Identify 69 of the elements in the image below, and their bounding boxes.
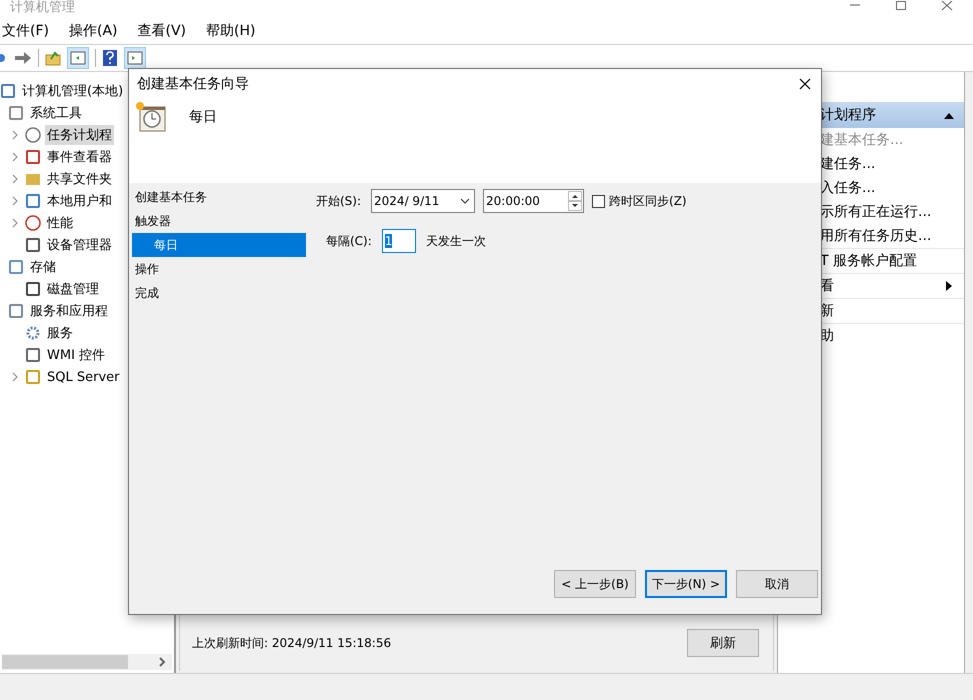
tree-node-icon bbox=[25, 369, 41, 385]
calendar-clock-icon bbox=[135, 101, 167, 133]
wizard-step: 完成 bbox=[129, 281, 306, 305]
wizard-button[interactable]: < 上一步(B) bbox=[554, 570, 636, 598]
menu-item[interactable]: 文件(F) bbox=[0, 22, 51, 40]
tree-item[interactable]: 服务和应用程 bbox=[28, 301, 110, 321]
clock-icon bbox=[25, 127, 41, 143]
tree-node-icon bbox=[25, 237, 41, 253]
submenu-arrow-icon bbox=[946, 281, 952, 291]
step-heading: 每日 bbox=[189, 108, 217, 126]
window-title: 计算机管理 bbox=[9, 0, 75, 15]
wizard-button[interactable]: 下一步(N) > bbox=[645, 570, 727, 598]
tree-item[interactable]: 服务 bbox=[45, 323, 75, 343]
folder-up-icon[interactable] bbox=[45, 50, 61, 66]
menu-item[interactable]: 操作(A) bbox=[66, 22, 120, 40]
collapse-icon[interactable] bbox=[944, 112, 954, 118]
tree-node-icon bbox=[25, 215, 41, 231]
scroll-right-icon[interactable] bbox=[158, 657, 166, 667]
tree-item[interactable]: 性能 bbox=[45, 213, 75, 233]
time-field[interactable]: 20:00:00 bbox=[483, 189, 584, 213]
tree-node-icon bbox=[8, 303, 24, 319]
maximize-icon[interactable] bbox=[895, 1, 907, 11]
tree-node-icon bbox=[8, 259, 24, 275]
spinner-icon[interactable] bbox=[568, 191, 582, 211]
tree-node-icon bbox=[25, 193, 41, 209]
interval-field[interactable]: 1 bbox=[382, 229, 416, 253]
tree-node-icon bbox=[25, 149, 41, 165]
forward-icon[interactable] bbox=[14, 51, 32, 65]
tree-node-icon bbox=[25, 281, 41, 297]
dialog-title: 创建基本任务向导 bbox=[137, 75, 249, 93]
checkbox[interactable] bbox=[592, 194, 606, 208]
tree-item[interactable]: 事件查看器 bbox=[45, 147, 114, 167]
tree-item[interactable]: 磁盘管理 bbox=[45, 279, 101, 299]
wizard-step: 触发器 bbox=[129, 209, 306, 233]
menu-item[interactable]: 查看(V) bbox=[136, 22, 188, 40]
refresh-button[interactable]: 刷新 bbox=[687, 629, 759, 657]
tree-item[interactable]: 计算机管理(本地) bbox=[20, 81, 126, 101]
folder-icon bbox=[25, 171, 41, 187]
tree-item[interactable]: 存储 bbox=[28, 257, 58, 277]
scrollbar[interactable] bbox=[2, 654, 172, 670]
panel-icon[interactable] bbox=[124, 47, 146, 69]
tree-item[interactable]: SQL Server bbox=[45, 368, 122, 386]
gear-icon bbox=[25, 325, 41, 341]
tree-item[interactable]: 系统工具 bbox=[28, 103, 84, 123]
close-icon[interactable] bbox=[799, 78, 811, 90]
checkbox-label[interactable]: 跨时区同步(Z) bbox=[609, 192, 687, 210]
action-item[interactable]: 用所有任务历史... bbox=[820, 227, 932, 245]
tree-node-icon bbox=[8, 105, 24, 121]
tree-item[interactable]: 共享文件夹 bbox=[45, 169, 114, 189]
start-label: 开始(S): bbox=[316, 192, 362, 210]
wizard-button[interactable]: 取消 bbox=[736, 570, 818, 598]
wizard-step: 操作 bbox=[129, 257, 306, 281]
last-refresh-text: 上次刷新时间: 2024/9/11 15:18:56 bbox=[192, 634, 392, 652]
tree-item[interactable]: 本地用户和 bbox=[45, 191, 114, 211]
date-picker[interactable]: 2024/ 9/11 bbox=[371, 189, 476, 213]
back-icon[interactable] bbox=[0, 51, 8, 65]
help-icon[interactable] bbox=[102, 49, 118, 67]
tree-item[interactable]: 任务计划程 bbox=[45, 125, 114, 145]
tree-item[interactable]: 设备管理器 bbox=[45, 235, 114, 255]
wizard-step: 创建基本任务 bbox=[129, 185, 306, 209]
panel-icon[interactable] bbox=[67, 47, 89, 69]
action-item[interactable]: 看 bbox=[820, 277, 834, 295]
menu-item[interactable]: 帮助(H) bbox=[204, 22, 258, 40]
recur-label: 每隔(C): bbox=[326, 232, 372, 250]
dropdown-icon[interactable] bbox=[460, 198, 470, 204]
wizard-step: 每日 bbox=[132, 233, 306, 257]
tree-node-icon bbox=[25, 347, 41, 363]
interval-suffix: 天发生一次 bbox=[426, 232, 486, 250]
tree-item[interactable]: WMI 控件 bbox=[45, 345, 108, 365]
